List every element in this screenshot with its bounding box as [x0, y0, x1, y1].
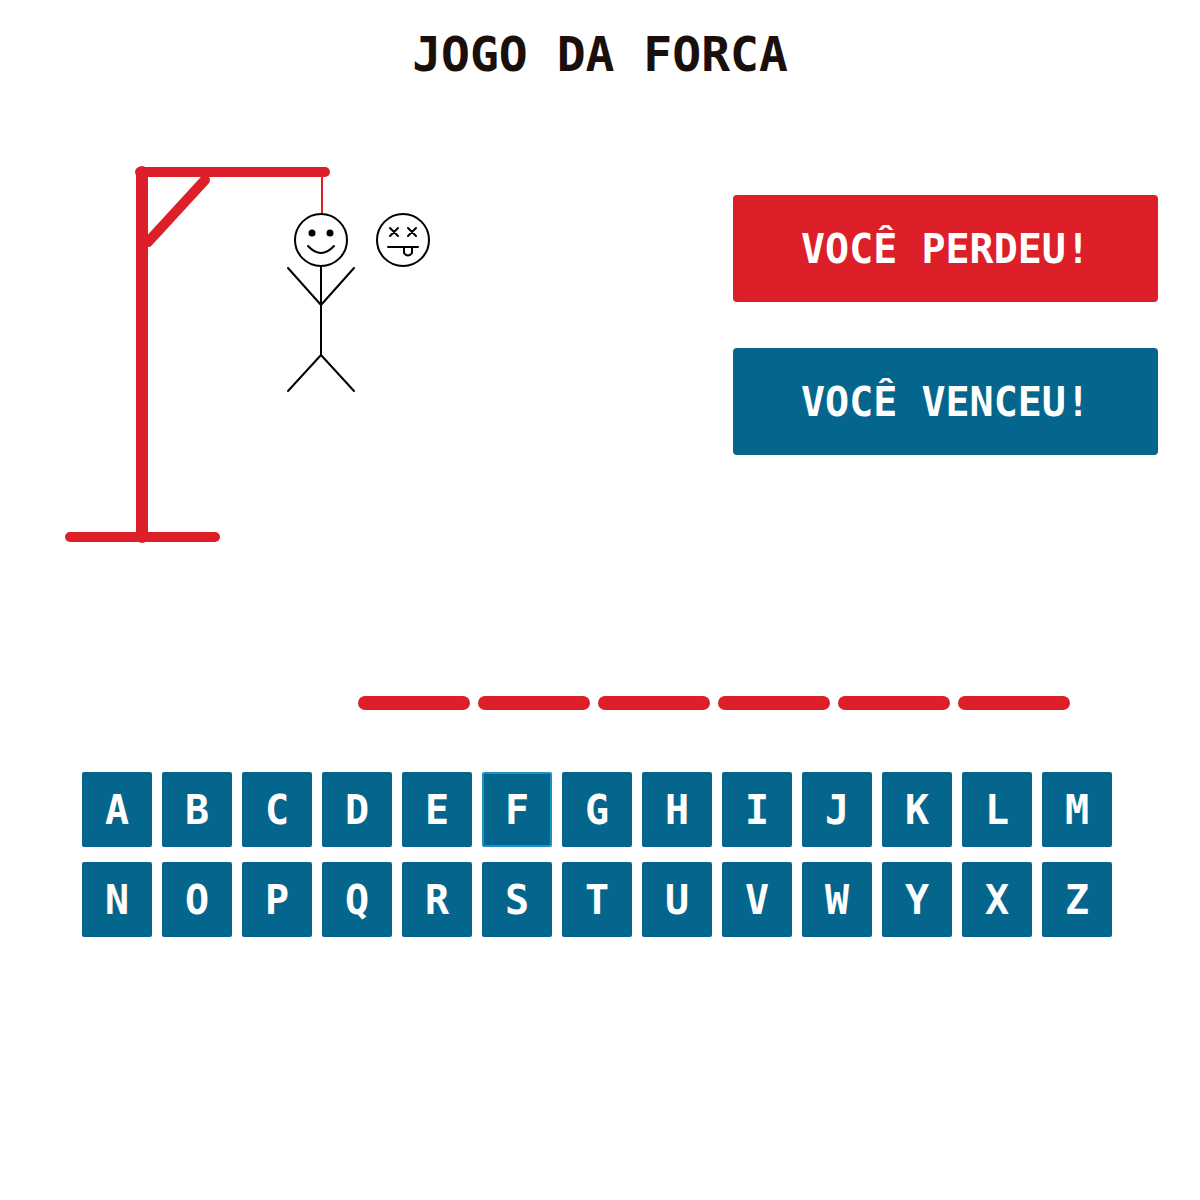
letter-key[interactable]: H — [642, 772, 712, 847]
slot-dash — [358, 696, 470, 710]
slot-dash — [598, 696, 710, 710]
letter-key[interactable]: Q — [322, 862, 392, 937]
keyboard: ABCDEFGHIJKLM NOPQRSTUVWYXZ — [0, 772, 1200, 937]
letter-slot — [958, 656, 1070, 710]
game-title: JOGO DA FORCA — [0, 0, 1200, 82]
letter-key[interactable]: X — [962, 862, 1032, 937]
hangman-page: JOGO DA FORCA VOCÊ PERDEU! VOCÊ VENCEU! ABC… — [0, 0, 1200, 1200]
slot-dash — [478, 696, 590, 710]
word-slots — [0, 656, 1200, 710]
letter-key[interactable]: W — [802, 862, 872, 937]
keyboard-row: NOPQRSTUVWYXZ — [82, 862, 1200, 937]
letter-slot — [718, 656, 830, 710]
letter-slot — [358, 656, 470, 710]
letter-key[interactable]: A — [82, 772, 152, 847]
letter-key[interactable]: Z — [1042, 862, 1112, 937]
dizzy-face-icon — [377, 214, 429, 266]
letter-key[interactable]: F — [482, 772, 552, 847]
letter-key[interactable]: O — [162, 862, 232, 937]
letter-key[interactable]: D — [322, 772, 392, 847]
letter-key[interactable]: C — [242, 772, 312, 847]
letter-key[interactable]: B — [162, 772, 232, 847]
letter-key[interactable]: N — [82, 862, 152, 937]
letter-key[interactable]: K — [882, 772, 952, 847]
result-messages: VOCÊ PERDEU! VOCÊ VENCEU! — [733, 195, 1158, 550]
letter-key[interactable]: I — [722, 772, 792, 847]
letter-key[interactable]: E — [402, 772, 472, 847]
letter-key[interactable]: V — [722, 862, 792, 937]
letter-key[interactable]: Y — [882, 862, 952, 937]
result-banner: VOCÊ PERDEU! — [733, 195, 1158, 302]
letter-slot — [598, 656, 710, 710]
letter-key[interactable]: S — [482, 862, 552, 937]
letter-key[interactable]: P — [242, 862, 312, 937]
letter-key[interactable]: L — [962, 772, 1032, 847]
slot-dash — [718, 696, 830, 710]
letter-slot — [838, 656, 950, 710]
letter-key[interactable]: M — [1042, 772, 1112, 847]
letter-slot — [478, 656, 590, 710]
letter-key[interactable]: U — [642, 862, 712, 937]
result-banner: VOCÊ VENCEU! — [733, 348, 1158, 455]
letter-key[interactable]: G — [562, 772, 632, 847]
slot-dash — [958, 696, 1070, 710]
game-area: VOCÊ PERDEU! VOCÊ VENCEU! — [0, 160, 1200, 550]
gallows-icon — [60, 160, 460, 550]
slot-dash — [838, 696, 950, 710]
letter-key[interactable]: T — [562, 862, 632, 937]
letter-key[interactable]: R — [402, 862, 472, 937]
letter-key[interactable]: J — [802, 772, 872, 847]
keyboard-row: ABCDEFGHIJKLM — [82, 772, 1200, 847]
